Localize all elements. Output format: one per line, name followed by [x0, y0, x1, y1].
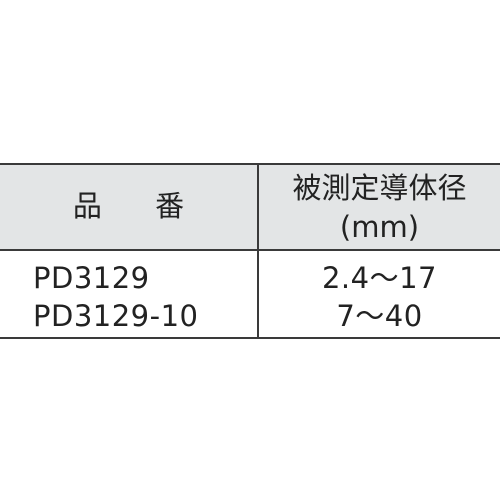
header-part-number: 品 番	[72, 189, 207, 223]
table-header-row: 品 番 被測定導体径 (mm)	[0, 165, 500, 251]
table-row-1-part-number: PD3129	[33, 261, 150, 295]
header-unit: (mm)	[339, 210, 420, 244]
spec-table: 品 番 被測定導体径 (mm) PD3129 2.4～17 PD3129-10 …	[0, 163, 500, 339]
table-row-2-part-number: PD3129-10	[33, 299, 199, 333]
header-measured-conductor-diameter: 被測定導体径	[292, 171, 467, 205]
table-row-1-range: 2.4～17	[321, 261, 438, 295]
table-row-2-range: 7～40	[336, 299, 423, 333]
